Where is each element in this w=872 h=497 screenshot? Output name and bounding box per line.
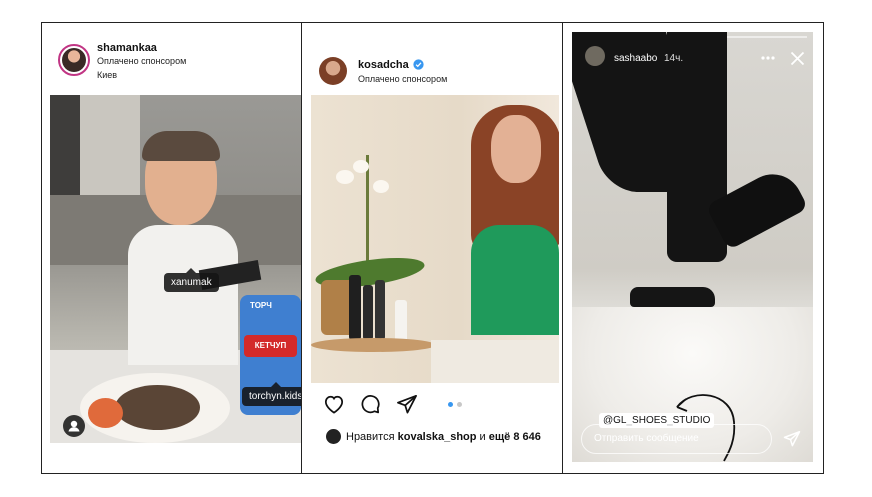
package-label: КЕТЧУП (244, 335, 297, 357)
product-bottle (375, 280, 385, 340)
avatar[interactable] (58, 44, 90, 76)
likes-count[interactable]: ещё 8 646 (489, 431, 541, 443)
orchid-flower (336, 170, 354, 184)
reply-input[interactable]: Отправить сообщение (581, 424, 772, 454)
photo-tag[interactable]: torchyn.kids (242, 382, 301, 406)
product-bottle (363, 285, 373, 340)
comment-icon[interactable] (360, 394, 380, 414)
child-shirt (128, 225, 238, 365)
carousel-dot (457, 402, 462, 407)
child-hair (142, 131, 220, 161)
story-panel[interactable]: sashaabo 14ч. @GL_SHOES_STUDIO Отправить… (572, 32, 813, 462)
post-panel-shamankaa: shamankaa Оплачено спонсором Киев ТОРЧ К… (42, 23, 301, 473)
username[interactable]: kosadcha (358, 59, 409, 71)
likes-mid: и (476, 431, 489, 443)
panel-divider (562, 22, 563, 474)
share-send-icon[interactable] (783, 430, 801, 447)
verified-badge-icon (413, 59, 424, 70)
sponsored-label: Оплачено спонсором (97, 56, 187, 66)
more-options-icon[interactable] (761, 56, 775, 60)
sponsored-label: Оплачено спонсором (358, 74, 448, 84)
avatar[interactable] (319, 57, 347, 85)
post-photo[interactable]: ТОРЧ КЕТЧУП xanumak torchyn.kids (50, 95, 301, 443)
woman-pants (431, 340, 559, 383)
package-brand: ТОРЧ (250, 301, 272, 310)
close-icon[interactable] (790, 51, 805, 66)
liker-username[interactable]: kovalska_shop (398, 431, 477, 443)
share-send-icon[interactable] (396, 394, 418, 414)
kitchen-cabinet (80, 95, 140, 195)
vegetables (88, 398, 123, 428)
avatar[interactable] (585, 46, 605, 66)
orchid-flower (373, 180, 389, 193)
woman-face (491, 115, 541, 183)
orchid-flower (353, 160, 369, 173)
buckwheat (115, 385, 200, 430)
user-icon (68, 420, 80, 432)
woman-dress (471, 225, 559, 335)
product-bottle (349, 275, 361, 340)
like-heart-icon[interactable] (323, 394, 345, 414)
tagged-users-button[interactable] (63, 415, 85, 437)
plate (80, 373, 230, 443)
carousel-dot-active (448, 402, 453, 407)
boot (630, 287, 715, 307)
kitchen-cabinet (50, 95, 80, 195)
post-panel-kosadcha: kosadcha Оплачено спонсором Нравится kov… (302, 23, 562, 473)
likes-line: Нравится kovalska_shop и ещё 8 646 (346, 431, 541, 443)
side-table (311, 338, 436, 352)
location-label[interactable]: Киев (97, 70, 117, 80)
post-photo[interactable] (311, 95, 559, 383)
story-username[interactable]: sashaabo (614, 53, 657, 64)
username[interactable]: shamankaa (97, 42, 157, 54)
likes-prefix: Нравится (346, 431, 398, 443)
liker-avatar[interactable] (326, 429, 341, 444)
photo-tag[interactable]: xanumak (164, 268, 219, 292)
story-time: 14ч. (664, 53, 684, 64)
